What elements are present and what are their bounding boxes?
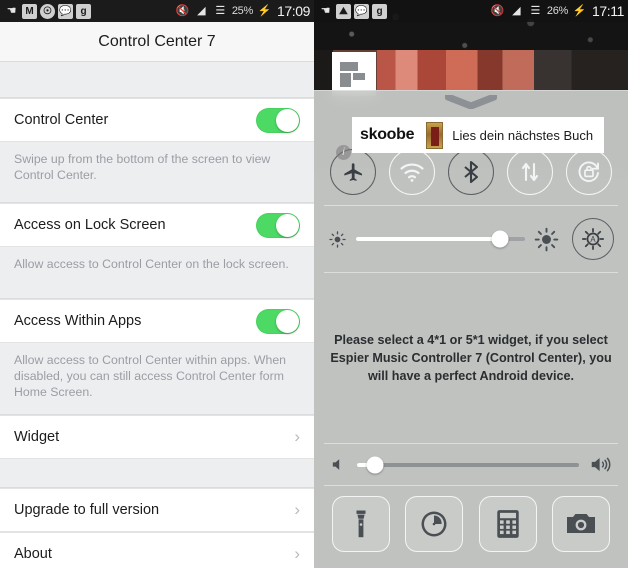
right-phone-screen: ☚ ⛰ 💬 g 🔇 ◢ ☰ 26% ⚡ 17:11 skoobe Lies de… (314, 0, 628, 568)
toggle-access-within-apps[interactable] (256, 308, 300, 334)
data-transfer-icon (521, 162, 538, 182)
setting-description-access-lock-screen: Allow access to Control Center on the lo… (0, 247, 314, 299)
battery-charging-icon: ⚡ (257, 4, 272, 17)
flashlight-button[interactable] (331, 496, 390, 552)
mobile-data-toggle[interactable] (506, 149, 553, 195)
ad-brand-label: skoobe (360, 126, 415, 143)
setting-label: Upgrade to full version (14, 502, 160, 518)
messages-icon: 💬 (58, 3, 73, 19)
volume-slider-row (314, 444, 628, 485)
setting-label: Widget (14, 429, 60, 445)
brightness-slider-row: A (314, 206, 628, 272)
airplane-icon (344, 163, 363, 181)
setting-label: Access Within Apps (14, 313, 142, 329)
volume-slider-knob[interactable] (366, 456, 384, 473)
toggle-access-lock-screen[interactable] (256, 212, 300, 238)
brightness-slider-fill (356, 237, 500, 241)
status-bar-notification-icons: ☚ ⛰ 💬 g (318, 3, 387, 19)
status-bar-notification-icons: ☚ M ☉ 💬 g (4, 3, 91, 19)
usb-icon: ☚ (6, 4, 17, 17)
setting-row-control-center[interactable]: Control Center (0, 98, 314, 142)
ad-banner[interactable]: skoobe Lies dein nächstes Buch (352, 117, 604, 153)
setting-row-about[interactable]: About › (0, 532, 314, 568)
volume-high-icon (591, 457, 611, 472)
setting-label: About (14, 546, 52, 562)
chevron-right-icon: › (294, 500, 300, 519)
messages-icon: 💬 (354, 3, 369, 19)
volume-low-icon (332, 459, 340, 470)
volume-slider-track[interactable] (357, 456, 579, 473)
gallery-icon: ⛰ (336, 3, 351, 19)
app-icon: ☉ (40, 3, 55, 19)
flashlight-icon (356, 510, 366, 538)
status-bar-system-icons: 🔇 ◢ ☰ 26% ⚡ 17:11 (490, 3, 625, 19)
bluetooth-icon (464, 160, 479, 184)
battery-percent-label: 26% (546, 5, 568, 17)
rotation-lock-toggle[interactable] (565, 149, 612, 195)
brightness-high-icon (534, 227, 559, 251)
signal-icon: ☰ (215, 4, 226, 17)
usb-icon: ☚ (320, 4, 331, 17)
clock-icon (421, 511, 447, 537)
wifi-toggle[interactable] (389, 149, 436, 195)
toggle-control-center[interactable] (256, 107, 300, 133)
ad-info-icon[interactable]: i (336, 145, 351, 160)
brightness-low-icon (329, 230, 346, 248)
top-spacer (0, 62, 314, 98)
setting-row-upgrade[interactable]: Upgrade to full version › (0, 488, 314, 532)
brightness-slider-knob[interactable] (491, 230, 509, 248)
setting-row-widget[interactable]: Widget › (0, 415, 314, 459)
toggle-knob (276, 213, 299, 237)
control-center-panel: skoobe Lies dein nächstes Buch i A Pleas… (314, 90, 628, 568)
mute-icon: 🔇 (175, 4, 190, 17)
battery-percent-label: 25% (231, 5, 253, 17)
clock-button[interactable] (405, 496, 464, 552)
calculator-icon (497, 510, 519, 538)
ad-book-cover-image (426, 121, 444, 149)
chevron-down-grabber-icon[interactable] (314, 91, 628, 113)
left-status-bar: ☚ M ☉ 💬 g 🔇 ◢ ☰ 25% ⚡ 17:09 (0, 0, 314, 22)
google-plus-icon: g (76, 3, 91, 19)
toggle-knob (276, 108, 299, 132)
brightness-slider-track[interactable] (356, 230, 525, 248)
dual-screenshot: ☚ M ☉ 💬 g 🔇 ◢ ☰ 25% ⚡ 17:09 Control Cent… (0, 0, 628, 568)
wifi-icon (400, 163, 424, 182)
setting-description-control-center: Swipe up from the bottom of the screen t… (0, 142, 314, 203)
ad-tagline-label: Lies dein nächstes Buch (452, 127, 594, 143)
auto-brightness-icon: A (581, 227, 605, 251)
mute-icon: 🔇 (490, 4, 505, 17)
status-bar-system-icons: 🔇 ◢ ☰ 25% ⚡ 17:09 (175, 3, 310, 19)
wifi-icon: ◢ (512, 4, 521, 17)
bluetooth-toggle[interactable] (447, 149, 494, 195)
setting-description-access-within-apps: Allow access to Control Center within ap… (0, 343, 314, 415)
battery-charging-icon: ⚡ (572, 4, 587, 17)
toggle-knob (276, 309, 299, 333)
clock-label: 17:11 (592, 3, 624, 19)
setting-row-access-lock-screen[interactable]: Access on Lock Screen (0, 203, 314, 247)
left-phone-screen: ☚ M ☉ 💬 g 🔇 ◢ ☰ 25% ⚡ 17:09 Control Cent… (0, 0, 314, 568)
gmail-icon: M (22, 3, 37, 19)
auto-brightness-button[interactable]: A (572, 218, 614, 260)
chevron-right-icon: › (294, 427, 300, 446)
svg-text:A: A (590, 235, 596, 244)
google-plus-icon: g (372, 3, 387, 19)
camera-button[interactable] (552, 496, 611, 552)
setting-label: Control Center (14, 112, 109, 128)
signal-icon: ☰ (530, 4, 541, 17)
section-spacer (0, 459, 314, 488)
page-title-bar: Control Center 7 (0, 22, 314, 62)
chevron-right-icon: › (294, 544, 300, 563)
wifi-icon: ◢ (197, 4, 206, 17)
setting-label: Access on Lock Screen (14, 217, 166, 233)
info-message: Please select a 4*1 or 5*1 widget, if yo… (330, 332, 612, 384)
rotation-lock-icon (578, 161, 599, 182)
app-shortcuts-row (314, 486, 628, 568)
clock-label: 17:09 (276, 3, 310, 19)
camera-icon (567, 514, 596, 533)
page-title: Control Center 7 (98, 32, 216, 50)
calculator-button[interactable] (478, 496, 537, 552)
right-status-bar: ☚ ⛰ 💬 g 🔇 ◢ ☰ 26% ⚡ 17:11 (314, 0, 628, 22)
setting-row-access-within-apps[interactable]: Access Within Apps (0, 299, 314, 343)
